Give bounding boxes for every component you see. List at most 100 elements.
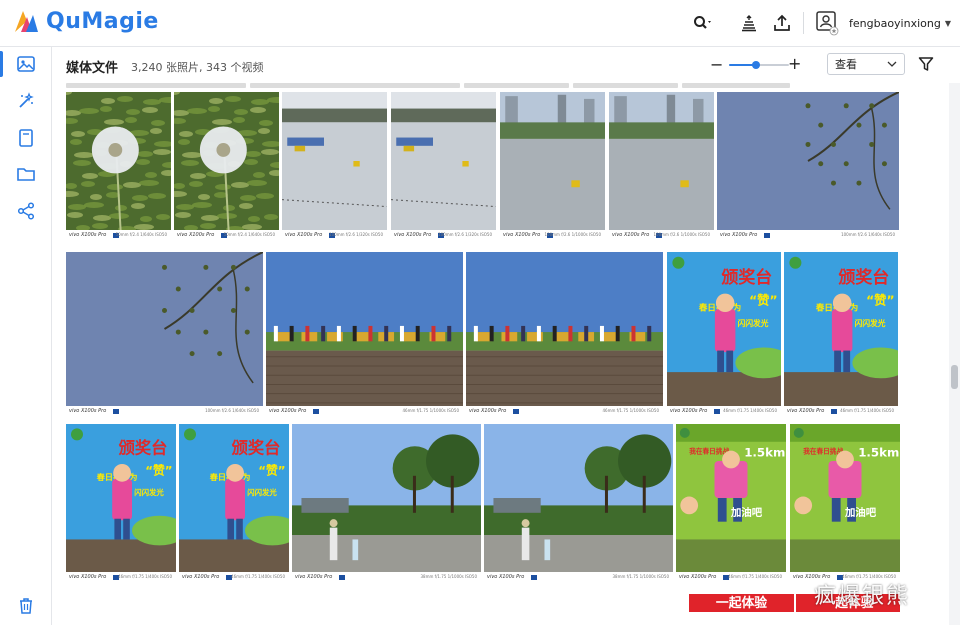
photo-thumbnail[interactable]: 一起体验: [689, 590, 794, 625]
scrollbar-track[interactable]: [949, 83, 960, 625]
lake-city-photo: [500, 92, 605, 230]
folder-icon: [16, 168, 35, 181]
scrollbar-thumb[interactable]: [951, 365, 958, 389]
photo-watermark-strip: vivo X100s Pro 50mm f/2.4 1/640s ISO50: [174, 230, 279, 242]
camera-brand: vivo X100s Pro: [720, 232, 758, 238]
camera-spec: 100mm f/2.6 1/640s ISO50: [841, 232, 895, 237]
photo-watermark-strip: vivo X100s Pro 100mm f/2.6 1/640s ISO50: [717, 230, 899, 242]
camera-brand: vivo X100s Pro: [469, 408, 507, 414]
app-logo[interactable]: QuMagie: [12, 7, 159, 35]
svg-text:加油吧: 加油吧: [730, 506, 763, 519]
svg-text:“赞”: “赞”: [145, 463, 172, 477]
zeiss-logo-icon: [513, 409, 519, 414]
watermark-text: 疯爆银熊: [814, 584, 911, 609]
zeiss-logo-icon: [531, 575, 537, 580]
camera-brand: vivo X100s Pro: [787, 408, 825, 414]
photo-thumbnail[interactable]: 我在春日挑战 1.5km 加油吧 vivo X100s Pro 46mm f/1.…: [676, 424, 786, 584]
svg-text:1.5km: 1.5km: [858, 446, 899, 460]
sidebar-item-trash[interactable]: [0, 589, 51, 623]
photo-thumbnail[interactable]: 我在春日挑战 1.5km 加油吧 vivo X100s Pro 46mm f/1.…: [790, 424, 900, 584]
photo-thumbnail[interactable]: vivo X100s Pro 100mm f/2.6 1/640s ISO50: [717, 92, 899, 242]
chevron-down-icon: [887, 61, 897, 67]
sidebar-item-albums[interactable]: [0, 121, 51, 155]
camera-brand: vivo X100s Pro: [269, 408, 307, 414]
loading-placeholder: [250, 83, 460, 88]
filter-button[interactable]: [918, 56, 934, 76]
photos-icon: [16, 56, 35, 72]
zeiss-logo-icon: [764, 233, 770, 238]
zoom-in-button[interactable]: +: [788, 54, 801, 73]
photo-watermark-strip: vivo X100s Pro 100mm f/2.6 1/320s ISO50: [391, 230, 496, 242]
park-walk-photo: [292, 424, 481, 572]
photo-watermark-strip: vivo X100s Pro 100mm f/2.6 1/1000s ISO50: [500, 230, 605, 242]
photo-watermark-strip: vivo X100s Pro 46mm f/1.75 1/400s ISO50: [667, 406, 781, 418]
photo-thumbnail[interactable]: 颁奖台 春日挑战为 “赞” 闪闪发光 vivo X100s Pro 46mm f/…: [66, 424, 176, 584]
lake-city-photo: [609, 92, 714, 230]
photo-thumbnail[interactable]: vivo X100s Pro 46mm f/1.75 1/1000s ISO50: [466, 252, 663, 418]
magic-wand-icon: [18, 92, 34, 108]
camera-brand: vivo X100s Pro: [285, 232, 323, 238]
photo-thumbnail[interactable]: 颁奖台 春日挑战为 “赞” 闪闪发光 vivo X100s Pro 46mm f/…: [784, 252, 898, 418]
photo-thumbnail[interactable]: vivo X100s Pro 100mm f/2.6 1/1000s ISO50: [500, 92, 605, 242]
sidebar-item-smart[interactable]: [0, 84, 51, 118]
background-tasks-icon[interactable]: [738, 12, 760, 34]
upload-icon[interactable]: [771, 12, 793, 34]
sidebar-item-folders[interactable]: [0, 157, 51, 191]
sidebar-item-photos[interactable]: [0, 47, 51, 81]
camera-brand: vivo X100s Pro: [487, 574, 525, 580]
photo-thumbnail[interactable]: vivo X100s Pro 100mm f/2.6 1/320s ISO50: [391, 92, 496, 242]
poster-green-photo: 我在春日挑战 1.5km 加油吧: [790, 424, 900, 572]
photo-thumbnail[interactable]: vivo X100s Pro 38mm f/1.75 1/1000s ISO50: [484, 424, 673, 584]
svg-text:闪闪发光: 闪闪发光: [247, 488, 277, 497]
svg-text:“赞”: “赞”: [258, 463, 285, 477]
loading-placeholder: [464, 83, 569, 88]
toolbar-divider: [803, 12, 804, 34]
view-mode-select[interactable]: 查看: [827, 53, 905, 75]
camera-spec: 38mm f/1.75 1/1000s ISO50: [612, 574, 669, 579]
zoom-slider[interactable]: [729, 61, 789, 69]
zeiss-logo-icon: [313, 409, 319, 414]
photo-watermark-strip: vivo X100s Pro 38mm f/1.75 1/1000s ISO50: [484, 572, 673, 584]
user-avatar-icon: [816, 11, 839, 36]
camera-spec: 50mm f/2.4 1/640s ISO50: [223, 232, 275, 237]
content-toolbar: 媒体文件 3,240 张照片, 343 个视频 − + 查看: [52, 47, 947, 83]
photo-watermark-strip: vivo X100s Pro 100mm f/2.6 1/1000s ISO50: [609, 230, 714, 242]
app-brand: QuMagie: [46, 8, 159, 34]
svg-text:颁奖台: 颁奖台: [232, 439, 281, 458]
zeiss-logo-icon: [113, 409, 119, 414]
photo-thumbnail[interactable]: 颁奖台 春日挑战为 “赞” 闪闪发光 vivo X100s Pro 46mm f/…: [179, 424, 289, 584]
camera-spec: 46mm f/1.75 1/400s ISO50: [723, 408, 777, 413]
camera-spec: 50mm f/2.4 1/640s ISO50: [115, 232, 167, 237]
sidebar-item-shared[interactable]: [0, 194, 51, 228]
park-walk-photo: [484, 424, 673, 572]
camera-brand: vivo X100s Pro: [295, 574, 333, 580]
photo-thumbnail[interactable]: vivo X100s Pro 50mm f/2.4 1/640s ISO50: [66, 92, 171, 242]
camera-spec: 38mm f/1.75 1/1000s ISO50: [420, 574, 477, 579]
photo-thumbnail[interactable]: vivo X100s Pro 46mm f/1.75 1/1000s ISO50: [266, 252, 463, 418]
qumagie-logo-icon: [15, 11, 38, 32]
photo-grid: vivo X100s Pro 50mm f/2.4 1/640s ISO50 viv…: [52, 83, 947, 625]
photo-thumbnail[interactable]: 颁奖台 春日挑战为 “赞” 闪闪发光 vivo X100s Pro 46mm f/…: [667, 252, 781, 418]
camera-brand: vivo X100s Pro: [394, 232, 432, 238]
loading-placeholder: [573, 83, 678, 88]
photo-thumbnail[interactable]: vivo X100s Pro 38mm f/1.75 1/1000s ISO50: [292, 424, 481, 584]
camera-spec: 100mm f/2.6 1/1000s ISO50: [544, 232, 601, 237]
photo-thumbnail[interactable]: vivo X100s Pro 100mm f/2.6 1/320s ISO50: [282, 92, 387, 242]
page-title: 媒体文件: [66, 61, 119, 76]
camera-spec: 46mm f/1.75 1/400s ISO50: [118, 574, 172, 579]
playground-photo: [466, 252, 663, 406]
user-menu[interactable]: fengbaoyinxiong ▼: [815, 10, 951, 36]
zeiss-logo-icon: [714, 409, 720, 414]
lake-boats-photo: [282, 92, 387, 230]
dandelion-photo: [174, 92, 279, 230]
photo-thumbnail[interactable]: vivo X100s Pro 100mm f/2.6 1/1000s ISO50: [609, 92, 714, 242]
camera-brand: vivo X100s Pro: [69, 408, 107, 414]
photo-thumbnail[interactable]: vivo X100s Pro 50mm f/2.4 1/640s ISO50: [174, 92, 279, 242]
zoom-slider-thumb[interactable]: [752, 61, 760, 69]
search-icon[interactable]: [692, 12, 714, 34]
svg-text:加油吧: 加油吧: [844, 506, 877, 519]
photo-thumbnail[interactable]: vivo X100s Pro 100mm f/2.6 1/640s ISO50: [66, 252, 263, 418]
camera-spec: 46mm f/1.75 1/400s ISO50: [231, 574, 285, 579]
camera-brand: vivo X100s Pro: [177, 232, 215, 238]
zoom-out-button[interactable]: −: [710, 55, 723, 74]
